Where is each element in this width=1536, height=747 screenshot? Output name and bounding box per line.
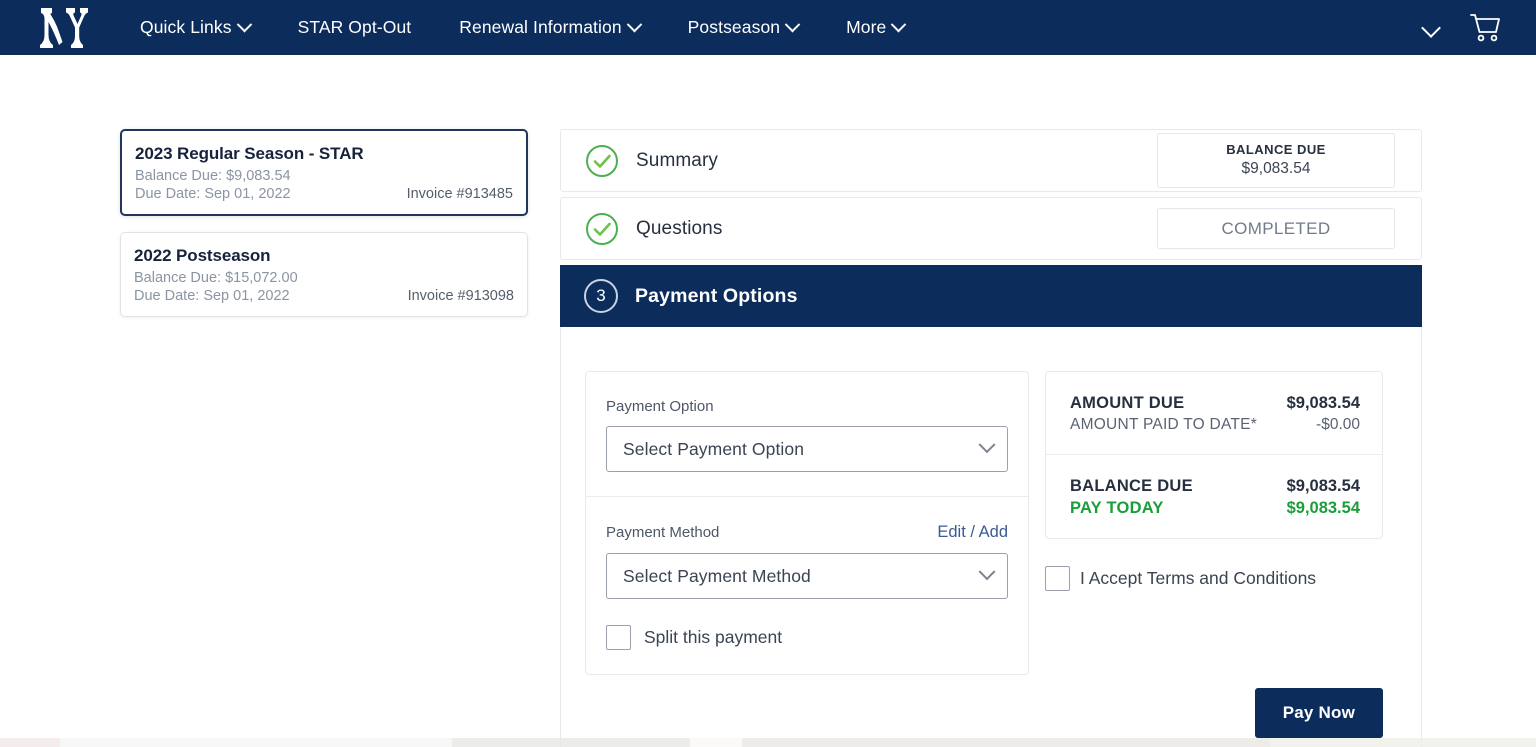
nav-item-label: STAR Opt-Out [297,17,412,37]
pay-now-wrapper: Pay Now [1045,654,1383,738]
step-number-badge: 3 [584,279,618,313]
nav-item-star-opt-out[interactable]: STAR Opt-Out [274,11,436,44]
chevron-down-icon [978,563,996,581]
split-payment-checkbox[interactable] [606,625,631,650]
top-navigation-bar: Quick Links STAR Opt-Out Renewal Informa… [0,0,1536,55]
chevron-down-icon [784,16,801,33]
balance-due-row: BALANCE DUE $9,083.54 [1070,477,1360,496]
pay-today-label: PAY TODAY [1070,499,1164,517]
invoice-card-2023-regular-season[interactable]: 2023 Regular Season - STAR Balance Due: … [120,129,528,216]
chevron-down-icon [891,16,907,33]
account-chevron-down-icon[interactable] [1421,17,1441,38]
invoice-title: 2023 Regular Season - STAR [135,144,364,163]
payment-method-label: Payment Method [606,524,720,541]
nav-right-group [1421,12,1502,44]
invoice-balance-due: Balance Due: $15,072.00 [134,270,298,286]
balance-due-value: $9,083.54 [1286,477,1360,495]
chevron-down-icon [236,16,252,33]
pay-now-button[interactable]: Pay Now [1254,688,1383,738]
edit-add-payment-method-link[interactable]: Edit / Add [937,523,1008,542]
nav-item-label: Renewal Information [459,17,622,37]
nav-item-label: Quick Links [140,17,232,37]
invoice-title: 2022 Postseason [134,246,271,265]
split-payment-row[interactable]: Split this payment [606,625,1008,650]
balance-due-section: BALANCE DUE $9,083.54 PAY TODAY $9,083.5… [1046,454,1382,538]
page-body: 2023 Regular Season - STAR Balance Due: … [0,55,1536,747]
accept-terms-label: I Accept Terms and Conditions [1080,568,1317,588]
amount-paid-row: AMOUNT PAID TO DATE* -$0.00 [1070,416,1360,434]
payment-method-label-row: Payment Method Edit / Add [606,523,1008,542]
invoice-list: 2023 Regular Season - STAR Balance Due: … [120,129,528,333]
bottom-cutoff-strip [0,738,1536,747]
ny-yankees-logo-icon[interactable] [32,3,94,53]
questions-status-pill: COMPLETED [1157,207,1395,250]
step-row-summary[interactable]: Summary BALANCE DUE $9,083.54 [560,129,1422,192]
summary-balance-pill: BALANCE DUE $9,083.54 [1157,133,1395,188]
nav-item-label: Postseason [687,17,781,37]
green-check-circle-icon [586,144,618,177]
step-row-questions[interactable]: Questions COMPLETED [560,197,1422,260]
payment-option-select[interactable]: Select Payment Option [606,426,1008,472]
amount-due-label: AMOUNT DUE [1070,394,1185,412]
nav-item-renewal-information[interactable]: Renewal Information [435,11,663,44]
invoice-due-date: Due Date: Sep 01, 2022 [135,186,291,202]
step-label-questions: Questions [636,217,723,239]
step-label-payment-options: Payment Options [635,284,798,307]
payment-method-select[interactable]: Select Payment Method [606,553,1008,599]
totals-column: AMOUNT DUE $9,083.54 AMOUNT PAID TO DATE… [1045,371,1383,738]
invoice-card-2022-postseason[interactable]: 2022 Postseason Balance Due: $15,072.00 … [120,232,528,317]
amount-due-value: $9,083.54 [1286,394,1360,412]
payment-method-selected-value: Select Payment Method [623,565,811,586]
step-label-summary: Summary [636,149,718,171]
payment-option-label-row: Payment Option [606,398,1008,415]
payment-option-label: Payment Option [606,398,714,415]
amount-paid-to-date-label: AMOUNT PAID TO DATE* [1070,416,1258,433]
split-payment-label: Split this payment [644,627,783,647]
nav-links: Quick Links STAR Opt-Out Renewal Informa… [116,11,1424,44]
payment-options-body: Payment Option Select Payment Option Pay… [560,327,1422,747]
amount-paid-to-date-value: -$0.00 [1316,416,1360,433]
pay-today-value: $9,083.54 [1286,499,1360,517]
accept-terms-row[interactable]: I Accept Terms and Conditions [1045,566,1383,591]
invoice-number: Invoice #913098 [407,288,514,304]
nav-item-postseason[interactable]: Postseason [664,11,822,44]
accept-terms-checkbox[interactable] [1045,566,1070,591]
amount-summary-card: AMOUNT DUE $9,083.54 AMOUNT PAID TO DATE… [1045,371,1383,539]
green-check-circle-icon [586,212,618,245]
chevron-down-icon [978,436,996,454]
payment-option-section: Payment Option Select Payment Option [586,372,1028,496]
pay-today-row: PAY TODAY $9,083.54 [1070,499,1360,518]
amount-due-row: AMOUNT DUE $9,083.54 [1070,394,1360,413]
nav-item-quick-links[interactable]: Quick Links [116,11,274,44]
chevron-down-icon [626,16,642,33]
invoice-balance-due: Balance Due: $9,083.54 [135,168,291,184]
status-badge-completed: COMPLETED [1221,218,1331,238]
pill-title-balance-due: BALANCE DUE [1226,142,1326,158]
payment-method-section: Payment Method Edit / Add Select Payment… [586,496,1028,674]
step-header-payment-options[interactable]: 3 Payment Options [560,265,1422,327]
invoice-meta-row: Due Date: Sep 01, 2022 Invoice #913485 [135,186,513,202]
pill-value-balance-due: $9,083.54 [1241,159,1311,177]
invoice-due-date: Due Date: Sep 01, 2022 [134,288,290,304]
invoice-number: Invoice #913485 [406,186,513,202]
checkout-stepper: Summary BALANCE DUE $9,083.54 Questions … [560,129,1422,747]
payment-option-selected-value: Select Payment Option [623,438,805,459]
payment-form-card: Payment Option Select Payment Option Pay… [585,371,1029,675]
balance-due-label: BALANCE DUE [1070,477,1193,495]
shopping-cart-icon[interactable] [1468,12,1502,44]
amount-due-section: AMOUNT DUE $9,083.54 AMOUNT PAID TO DATE… [1046,372,1382,454]
nav-item-label: More [846,17,887,37]
invoice-meta-row: Due Date: Sep 01, 2022 Invoice #913098 [134,288,514,304]
nav-item-more[interactable]: More [822,11,918,44]
